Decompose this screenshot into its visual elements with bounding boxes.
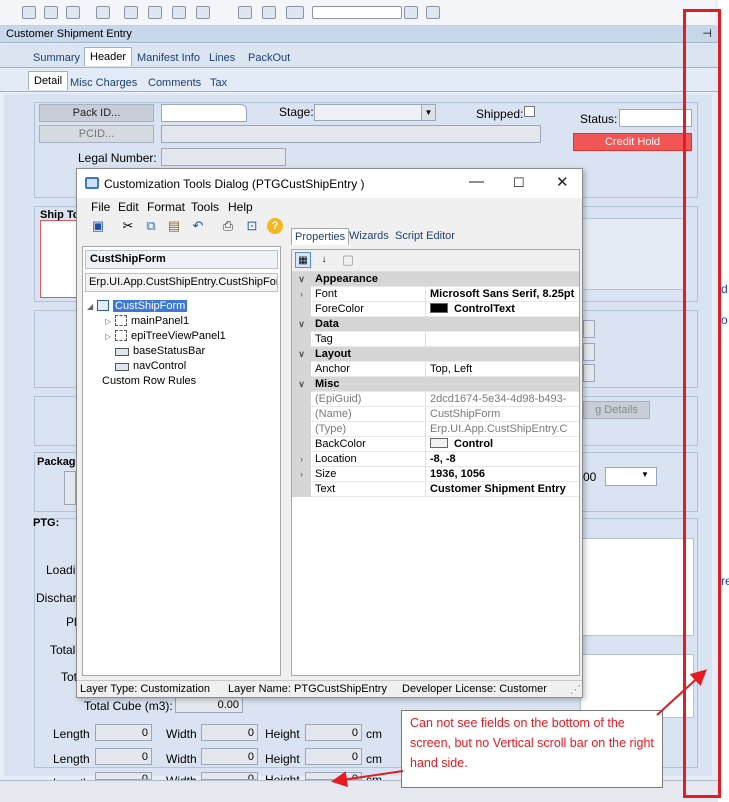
annotation-arrow-up (656, 669, 707, 716)
annotation-arrow-left (331, 770, 404, 788)
annotation-arrows (331, 669, 707, 788)
